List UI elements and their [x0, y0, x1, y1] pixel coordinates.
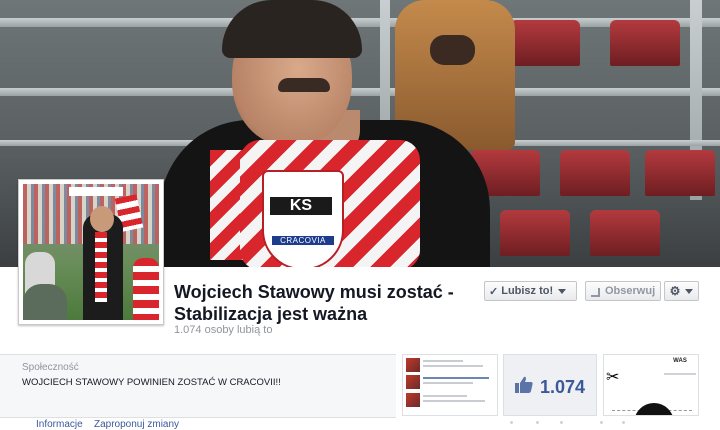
like-button[interactable]: ✓ Lubisz to!: [484, 281, 577, 301]
crest-name-text: CRACOVIA: [272, 236, 334, 245]
rss-icon: [591, 287, 600, 297]
feed-preview-image: [406, 358, 420, 372]
fan-figure: [23, 284, 67, 320]
gear-icon: ⚙: [669, 284, 681, 298]
stadium-seat: [610, 20, 680, 66]
feed-preview-line: [423, 400, 485, 402]
fan-figure: [133, 258, 159, 320]
about-section: Społeczność WOJCIECH STAWOWY POWINIEN ZO…: [0, 354, 396, 418]
like-thumb-icon: [515, 376, 533, 393]
settings-button[interactable]: ⚙: [664, 281, 699, 301]
check-icon: ✓: [489, 285, 499, 298]
likes-thumbnail-count: 1.074: [540, 377, 586, 397]
man-moustache: [278, 78, 330, 92]
pager-dot: [622, 421, 625, 424]
profile-picture[interactable]: [18, 179, 164, 325]
pager-dot: [560, 421, 563, 424]
feed-preview-row: [406, 393, 494, 407]
crest-ks-text: KS: [270, 197, 332, 215]
like-button-label: Lubisz to!: [501, 285, 554, 297]
feed-preview-line: [423, 365, 483, 367]
app-thumbnail-shape: [634, 403, 674, 415]
app-thumbnail-title: WAS: [673, 358, 687, 364]
stand-banner: [69, 187, 123, 196]
likes-count-text[interactable]: 1.074 osoby lubią to: [174, 324, 272, 336]
feed-preview-image: [406, 375, 420, 389]
profile-photo: [23, 184, 159, 320]
scissors-icon: ✂: [606, 369, 620, 386]
photos-thumbnail[interactable]: [402, 354, 498, 416]
coach-scarf: [95, 232, 107, 302]
pager-dot: [600, 421, 603, 424]
feed-preview-line: [423, 382, 473, 384]
pager-dot: [510, 421, 513, 424]
feed-preview-line: [423, 360, 463, 362]
page-title[interactable]: Wojciech Stawowy musi zostać - Stabiliza…: [174, 281, 474, 325]
follow-button[interactable]: Obserwuj: [585, 281, 661, 301]
pager-dot: [536, 421, 539, 424]
stadium-seat: [590, 210, 660, 256]
chevron-down-icon: [558, 288, 567, 294]
stadium-seat: [510, 20, 580, 66]
chevron-down-icon: [685, 288, 694, 294]
fan-hand: [430, 35, 475, 65]
app-thumbnail[interactable]: ✂ WAS: [603, 354, 699, 416]
stadium-seat: [560, 150, 630, 196]
stadium-seat: [645, 150, 715, 196]
feed-preview-line: [423, 377, 489, 379]
feed-preview-image: [406, 393, 420, 407]
club-crest: [262, 170, 344, 267]
feed-preview-line: [423, 395, 467, 397]
coach-head: [90, 206, 114, 232]
follow-button-label: Obserwuj: [605, 285, 656, 297]
feed-preview-row: [406, 358, 494, 372]
stadium-seat: [500, 210, 570, 256]
feed-preview-row: [406, 375, 494, 389]
page-category[interactable]: Społeczność: [22, 362, 79, 373]
app-thumbnail-line: [664, 373, 696, 375]
likes-thumbnail[interactable]: 1.074: [503, 354, 597, 416]
man-hair: [222, 0, 362, 58]
page-description: WOJCIECH STAWOWY POWINIEN ZOSTAĆ W CRACO…: [22, 377, 281, 388]
stadium-rail: [0, 88, 720, 96]
